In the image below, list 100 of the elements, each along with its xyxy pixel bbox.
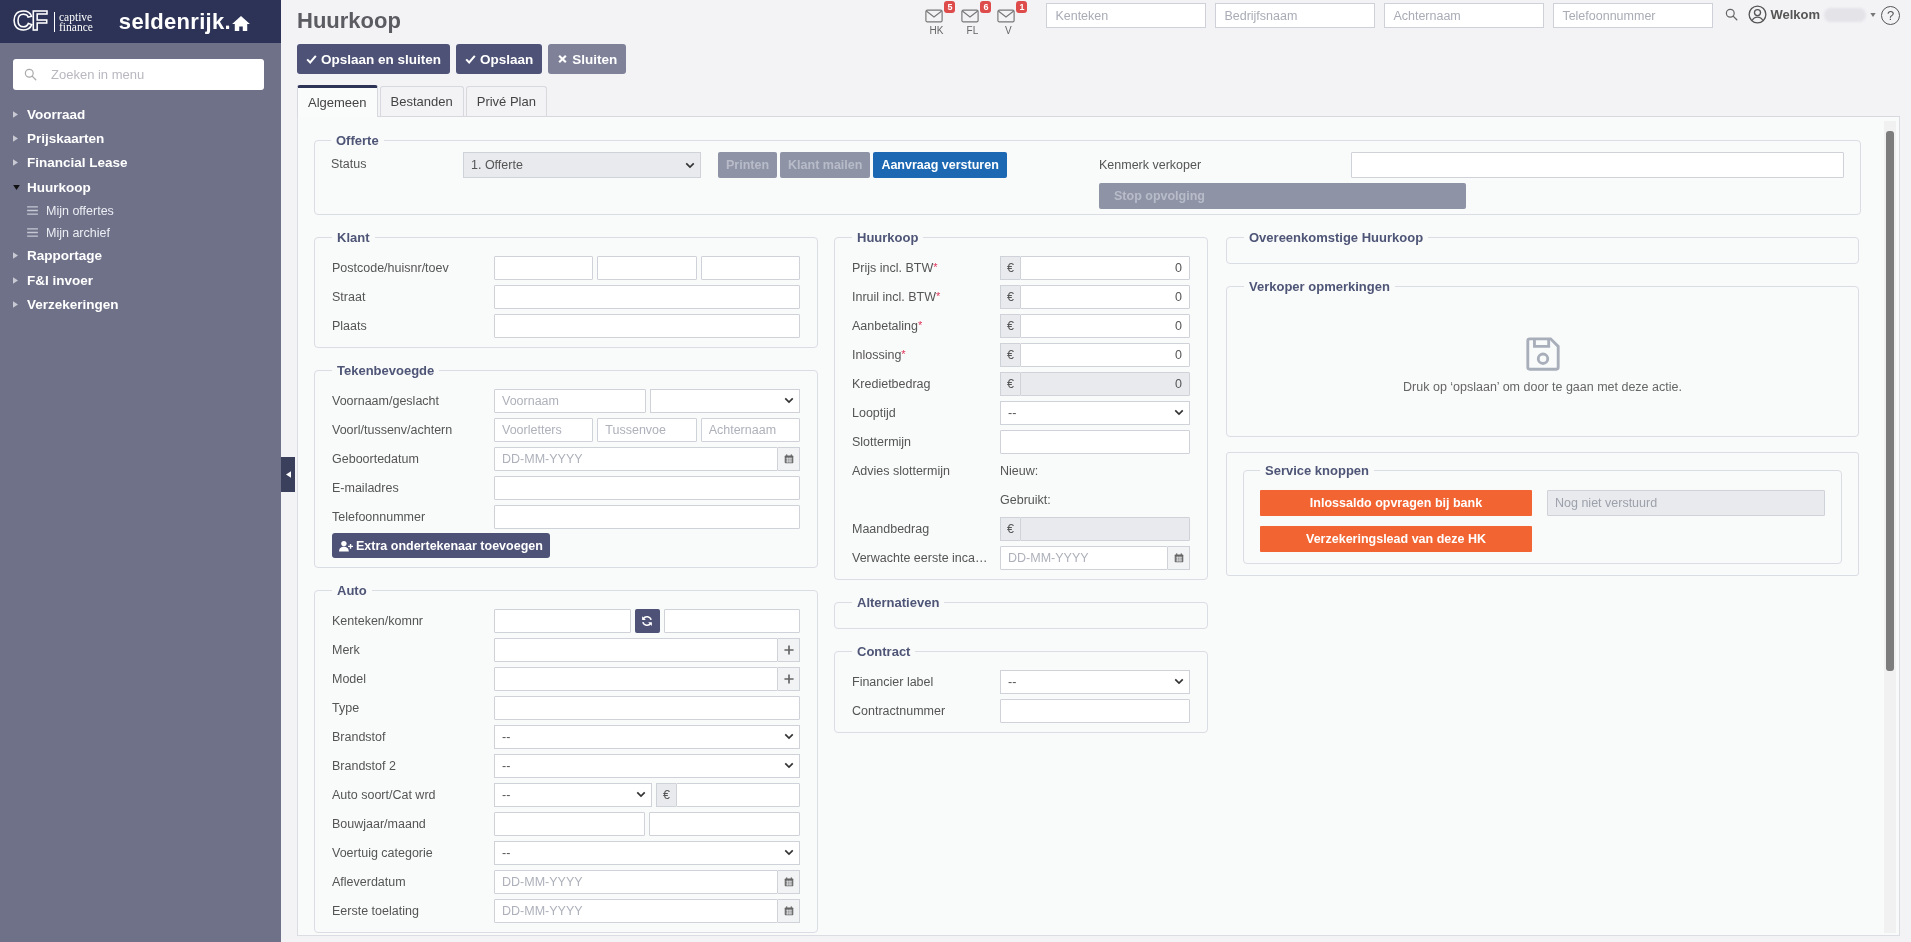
scrollbar[interactable] <box>1884 121 1896 933</box>
toolbar-button[interactable]: Sluiten <box>548 44 627 74</box>
text-field[interactable] <box>494 504 800 529</box>
text-field[interactable] <box>663 608 800 633</box>
select-field[interactable]: -- <box>494 724 800 749</box>
add-signer-button[interactable]: Extra ondertekenaar toevoegen <box>332 533 550 558</box>
submenu-item[interactable]: Mijn archief <box>0 221 281 244</box>
caret-left-icon <box>285 471 291 478</box>
amount-field[interactable] <box>676 782 800 807</box>
amount-field[interactable]: 0 <box>1020 313 1190 338</box>
date-field[interactable]: DD-MM-YYYY <box>494 898 778 923</box>
date-field[interactable]: DD-MM-YYYY <box>494 446 778 471</box>
select-field[interactable]: 1. Offerte <box>463 152 701 178</box>
text-field[interactable] <box>494 637 778 662</box>
tab[interactable]: Privé Plan <box>465 86 547 116</box>
field-label: Contractnummer <box>852 703 946 718</box>
field-label: Inruil incl. BTW <box>852 289 937 304</box>
close-icon <box>557 54 569 64</box>
service-button[interactable]: Verzekeringslead van deze HK <box>1260 526 1532 552</box>
calendar-button[interactable] <box>778 869 800 894</box>
field-label: Bouwjaar/maand <box>332 816 426 831</box>
submenu-item[interactable]: Mijn offertes <box>0 199 281 222</box>
text-field[interactable] <box>649 811 800 836</box>
menu-item[interactable]: Huurkoop <box>0 175 281 200</box>
tab[interactable]: Algemeen <box>297 85 378 117</box>
currency-addon: € <box>1000 342 1020 367</box>
field-label: Inlossing <box>852 347 902 362</box>
field-label: Voorl/tussenv/achtern <box>332 422 453 437</box>
field-label: Auto soort/Cat wrd <box>332 787 436 802</box>
text-field[interactable] <box>1351 152 1844 178</box>
date-field[interactable]: DD-MM-YYYY <box>1000 545 1168 570</box>
text-field[interactable] <box>494 475 800 500</box>
text-field[interactable] <box>494 255 594 280</box>
section-title: Overeenkomstige Huurkoop <box>1248 230 1425 245</box>
menu-item[interactable]: Prijskaarten <box>0 126 281 151</box>
field-label: Kenmerk verkoper <box>1099 158 1203 172</box>
search-field[interactable]: Achternaam <box>1384 3 1545 28</box>
text-field[interactable] <box>494 695 800 720</box>
select-field[interactable] <box>650 388 800 413</box>
calendar-button[interactable] <box>778 898 800 923</box>
menu-item[interactable]: Financial Lease <box>0 150 281 176</box>
select-field[interactable]: -- <box>1000 669 1190 694</box>
section-title: Offerte <box>335 133 380 148</box>
action-button[interactable]: Aanvraag versturen <box>873 152 1007 178</box>
date-field[interactable]: DD-MM-YYYY <box>494 869 778 894</box>
calendar-icon <box>783 905 794 916</box>
search-field[interactable]: Zoeken in menu <box>13 59 264 90</box>
text-field[interactable] <box>597 255 697 280</box>
currency-addon: € <box>1000 284 1020 309</box>
toolbar-button[interactable]: Opslaan en sluiten <box>297 44 451 74</box>
field-label: Verwachte eerste inca… <box>852 550 988 565</box>
select-field[interactable]: -- <box>1000 400 1190 425</box>
menu-item[interactable]: Verzekeringen <box>0 292 281 317</box>
calendar-button[interactable] <box>1168 545 1190 570</box>
select-field[interactable]: -- <box>494 840 800 865</box>
text-field[interactable] <box>1000 429 1190 454</box>
toolbar-button[interactable]: Opslaan <box>456 44 543 74</box>
text-field[interactable] <box>494 608 631 633</box>
menu-item[interactable]: F&I invoer <box>0 267 281 293</box>
logo-tagline: captive finance <box>54 11 93 32</box>
select-field[interactable]: -- <box>494 782 652 807</box>
menu-item[interactable]: Rapportage <box>0 243 281 268</box>
search-field[interactable]: Bedrijfsnaam <box>1215 3 1376 28</box>
currency-addon: € <box>1000 516 1020 541</box>
search-field[interactable]: Kenteken <box>1046 3 1207 28</box>
add-button[interactable] <box>778 666 800 691</box>
text-field[interactable] <box>494 811 645 836</box>
select-field[interactable]: -- <box>494 753 800 778</box>
text-field[interactable] <box>494 284 800 309</box>
chevron-down-icon <box>685 161 695 169</box>
search-button[interactable] <box>1725 8 1739 21</box>
calendar-button[interactable] <box>778 446 800 471</box>
text-field[interactable] <box>700 255 800 280</box>
plus-icon <box>783 673 794 684</box>
add-button[interactable] <box>778 637 800 662</box>
service-button[interactable]: Inlossaldo opvragen bij bank <box>1260 490 1532 516</box>
inbox-label[interactable]: FL <box>966 25 979 36</box>
text-field[interactable]: Voorletters <box>494 417 594 442</box>
collapse-sidebar-button[interactable] <box>281 457 295 492</box>
text-field[interactable] <box>1000 698 1190 723</box>
text-field[interactable] <box>494 666 778 691</box>
text-field[interactable]: Voornaam <box>494 388 646 413</box>
menu-item[interactable]: Voorraad <box>0 102 281 127</box>
search-field[interactable]: Telefoonnummer <box>1553 3 1714 28</box>
chevron-down-icon <box>784 397 794 405</box>
text-field[interactable] <box>494 313 800 338</box>
inbox-label[interactable]: V <box>1005 25 1012 36</box>
refresh-button[interactable] <box>634 608 660 633</box>
house-icon <box>232 14 250 31</box>
currency-addon: € <box>1000 255 1020 280</box>
scrollbar-thumb[interactable] <box>1886 131 1894 671</box>
amount-field[interactable]: 0 <box>1020 255 1190 280</box>
field-label: Financier label <box>852 674 934 689</box>
tab[interactable]: Bestanden <box>379 86 464 116</box>
amount-field[interactable]: 0 <box>1020 342 1190 367</box>
amount-field: 0 <box>1020 371 1190 396</box>
inbox-label[interactable]: HK <box>929 25 944 36</box>
text-field[interactable]: Achternaam <box>700 417 800 442</box>
amount-field[interactable]: 0 <box>1020 284 1190 309</box>
text-field[interactable]: Tussenvoe <box>597 417 697 442</box>
